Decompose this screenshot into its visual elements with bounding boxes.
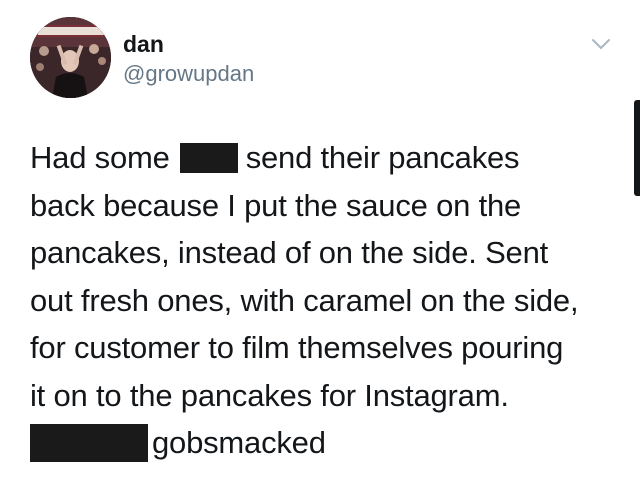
tweet-text-segment: gobsmacked (152, 425, 326, 460)
profile-photo-icon (30, 17, 111, 98)
chevron-down-icon[interactable] (591, 37, 611, 51)
tweet-body: Had some send their pancakes back because… (30, 134, 620, 467)
avatar[interactable] (30, 17, 111, 98)
tweet-line: it on to the pancakes for Instagram. (30, 377, 509, 413)
display-name[interactable]: dan (123, 31, 164, 58)
tweet-card: dan @growupdan Had some send their pancak… (0, 0, 640, 491)
tweet-line: gobsmacked (30, 419, 620, 467)
user-handle[interactable]: @growupdan (123, 61, 254, 87)
redaction-bar (30, 423, 148, 462)
tweet-line: out fresh ones, with caramel on the side… (30, 282, 579, 318)
tweet-line: back because I put the sauce on the (30, 187, 522, 223)
tweet-text-segment: send their pancakes (245, 140, 520, 175)
redaction-bar (179, 142, 238, 173)
tweet-line: Had some send their pancakes (30, 134, 620, 182)
tweet-line: for customer to film themselves pouring (30, 330, 564, 365)
tweet-line: pancakes, instead of on the side. Sent (30, 235, 549, 270)
tweet-text-segment: Had some (30, 140, 170, 175)
scrollbar[interactable] (634, 100, 640, 196)
